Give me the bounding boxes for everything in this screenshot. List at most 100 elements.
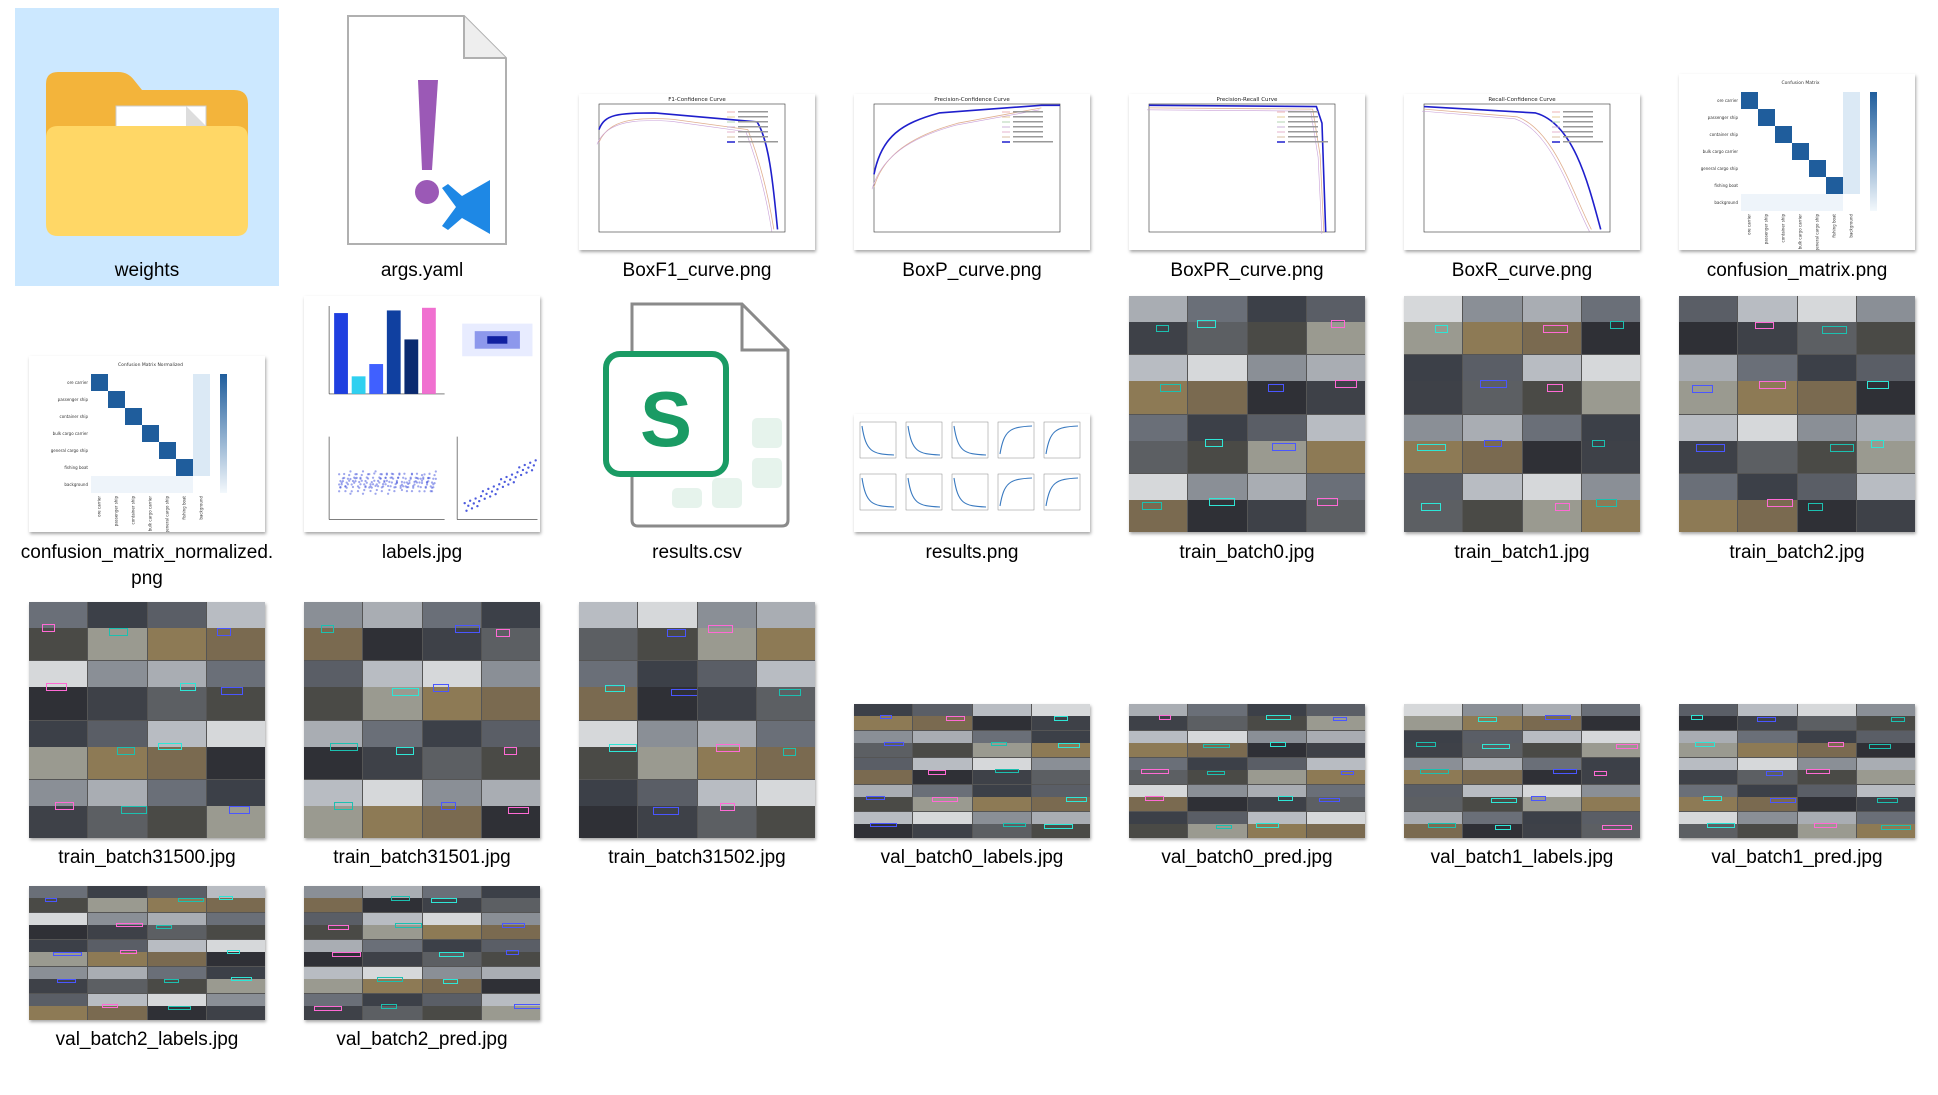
file-thumbnail: Recall-Confidence Curve	[1390, 8, 1654, 250]
photo-mosaic-image	[1679, 296, 1915, 532]
file-name-label: train_batch0.jpg	[1179, 542, 1315, 563]
file-item-weights[interactable]: weights	[15, 8, 279, 286]
file-item-train-batch31500-jpg[interactable]: train_batch31500.jpg	[15, 595, 279, 873]
file-item-train-batch2-jpg[interactable]: train_batch2.jpg	[1665, 290, 1929, 568]
file-item-results-csv[interactable]: S results.csv	[565, 290, 829, 568]
file-name-label: train_batch1.jpg	[1454, 542, 1590, 563]
svg-text:general cargo ship: general cargo ship	[51, 448, 89, 453]
file-item-args-yaml[interactable]: args.yaml	[290, 8, 554, 286]
file-item-val-batch0-labels-jpg[interactable]: val_batch0_labels.jpg	[840, 595, 1104, 873]
file-name-label: val_batch1_pred.jpg	[1711, 847, 1883, 868]
file-name-label: val_batch2_labels.jpg	[55, 1029, 239, 1050]
svg-text:ore carrier: ore carrier	[1717, 98, 1738, 103]
file-item-confusion-matrix-normalized-png[interactable]: Confusion Matrix Normalized ore carrier o…	[15, 290, 279, 594]
svg-text:container ship: container ship	[131, 496, 136, 525]
chart-title: Precision-Recall Curve	[1217, 97, 1279, 103]
file-name-label: results.csv	[652, 542, 742, 563]
file-item-val-batch0-pred-jpg[interactable]: val_batch0_pred.jpg	[1115, 595, 1379, 873]
svg-text:fishing boat: fishing boat	[182, 496, 187, 520]
confusion-matrix-image: Confusion Matrix ore carrier ore carrier p…	[1679, 74, 1915, 250]
file-thumbnail: Confusion Matrix ore carrier ore carrier p…	[1665, 8, 1929, 250]
chart-title: F1-Confidence Curve	[668, 97, 726, 103]
file-item-boxp-curve-png[interactable]: Precision-Confidence Curve BoxP_curve.pn…	[840, 8, 1104, 286]
file-item-val-batch1-labels-jpg[interactable]: val_batch1_labels.jpg	[1390, 595, 1654, 873]
file-item-boxf1-curve-png[interactable]: F1-Confidence Curve BoxF1_curve.png	[565, 8, 829, 286]
file-thumbnail	[290, 877, 554, 1020]
file-thumbnail	[1665, 290, 1929, 532]
svg-text:passenger ship: passenger ship	[114, 496, 119, 527]
photo-mosaic-image	[1679, 704, 1915, 838]
file-thumbnail: S	[565, 290, 829, 532]
file-item-train-batch0-jpg[interactable]: train_batch0.jpg	[1115, 290, 1379, 568]
file-thumbnail	[1665, 595, 1929, 838]
svg-text:bulk cargo carrier: bulk cargo carrier	[1798, 214, 1803, 250]
svg-text:bulk cargo carrier: bulk cargo carrier	[148, 496, 153, 532]
file-name-label: BoxPR_curve.png	[1170, 260, 1324, 281]
file-name-label: weights	[114, 260, 180, 281]
file-name-label: labels.jpg	[381, 542, 463, 563]
folder-icon	[46, 72, 248, 236]
curve-chart-image: Precision-Confidence Curve	[854, 94, 1090, 250]
file-thumbnail	[290, 595, 554, 838]
svg-text:fishing boat: fishing boat	[1832, 214, 1837, 238]
curve-chart-image: F1-Confidence Curve	[579, 94, 815, 250]
spreadsheet-file-icon: S	[603, 302, 790, 528]
svg-text:passenger ship: passenger ship	[1708, 115, 1739, 120]
file-thumbnail	[290, 290, 554, 532]
file-item-results-png[interactable]: results.png	[840, 290, 1104, 568]
svg-text:background: background	[1849, 214, 1854, 238]
svg-text:ore carrier: ore carrier	[97, 496, 102, 517]
file-thumbnail	[290, 8, 554, 250]
file-item-val-batch2-labels-jpg[interactable]: val_batch2_labels.jpg	[15, 877, 279, 1055]
photo-mosaic-image	[29, 886, 265, 1020]
photo-mosaic-image	[1129, 704, 1365, 838]
file-name-label: val_batch0_pred.jpg	[1161, 847, 1333, 868]
chart-title: Recall-Confidence Curve	[1488, 97, 1556, 103]
file-name-label: train_batch31502.jpg	[608, 847, 786, 868]
photo-mosaic-image	[304, 602, 540, 838]
file-grid: weights args.yaml F1-Confidence Curve Bo…	[0, 0, 1938, 1095]
file-thumbnail: Precision-Confidence Curve	[840, 8, 1104, 250]
svg-text:container ship: container ship	[1781, 214, 1786, 243]
photo-mosaic-image	[579, 602, 815, 838]
svg-text:bulk cargo carrier: bulk cargo carrier	[1703, 149, 1739, 154]
svg-text:general cargo ship: general cargo ship	[1701, 166, 1739, 171]
file-name-label: BoxF1_curve.png	[622, 260, 772, 281]
svg-text:background: background	[199, 496, 204, 520]
photo-mosaic-image	[1129, 296, 1365, 532]
file-thumbnail	[15, 877, 279, 1020]
file-item-train-batch31502-jpg[interactable]: train_batch31502.jpg	[565, 595, 829, 873]
file-item-train-batch31501-jpg[interactable]: train_batch31501.jpg	[290, 595, 554, 873]
file-name-label: confusion_matrix.png	[1706, 260, 1888, 281]
file-item-val-batch2-pred-jpg[interactable]: val_batch2_pred.jpg	[290, 877, 554, 1055]
file-name-label: train_batch31501.jpg	[333, 847, 511, 868]
file-name-label: confusion_matrix_normalized.png	[20, 542, 274, 589]
file-item-labels-jpg[interactable]: labels.jpg	[290, 290, 554, 568]
file-item-boxpr-curve-png[interactable]: Precision-Recall Curve BoxPR_curve.png	[1115, 8, 1379, 286]
file-item-confusion-matrix-png[interactable]: Confusion Matrix ore carrier ore carrier p…	[1665, 8, 1929, 286]
photo-mosaic-image	[1404, 296, 1640, 532]
svg-text:background: background	[64, 482, 88, 487]
file-name-label: train_batch2.jpg	[1729, 542, 1865, 563]
file-name-label: val_batch1_labels.jpg	[1430, 847, 1614, 868]
file-thumbnail	[15, 595, 279, 838]
confusion-matrix-image: Confusion Matrix Normalized ore carrier o…	[29, 356, 265, 532]
svg-text:ore carrier: ore carrier	[1747, 214, 1752, 235]
file-thumbnail: F1-Confidence Curve	[565, 8, 829, 250]
svg-text:container ship: container ship	[60, 414, 89, 419]
file-item-val-batch1-pred-jpg[interactable]: val_batch1_pred.jpg	[1665, 595, 1929, 873]
file-name-label: BoxP_curve.png	[902, 260, 1042, 281]
svg-text:background: background	[1714, 200, 1738, 205]
chart-title: Confusion Matrix Normalized	[118, 362, 183, 368]
svg-text:fishing boat: fishing boat	[64, 465, 88, 470]
svg-text:bulk cargo carrier: bulk cargo carrier	[53, 431, 89, 436]
photo-mosaic-image	[1404, 704, 1640, 838]
svg-text:ore carrier: ore carrier	[67, 380, 88, 385]
photo-mosaic-image	[29, 602, 265, 838]
file-item-train-batch1-jpg[interactable]: train_batch1.jpg	[1390, 290, 1654, 568]
file-name-label: args.yaml	[380, 260, 464, 281]
file-item-boxr-curve-png[interactable]: Recall-Confidence Curve BoxR_curve.png	[1390, 8, 1654, 286]
photo-mosaic-image	[854, 704, 1090, 838]
results-plot-image	[854, 414, 1090, 532]
svg-text:general cargo ship: general cargo ship	[1815, 214, 1820, 250]
